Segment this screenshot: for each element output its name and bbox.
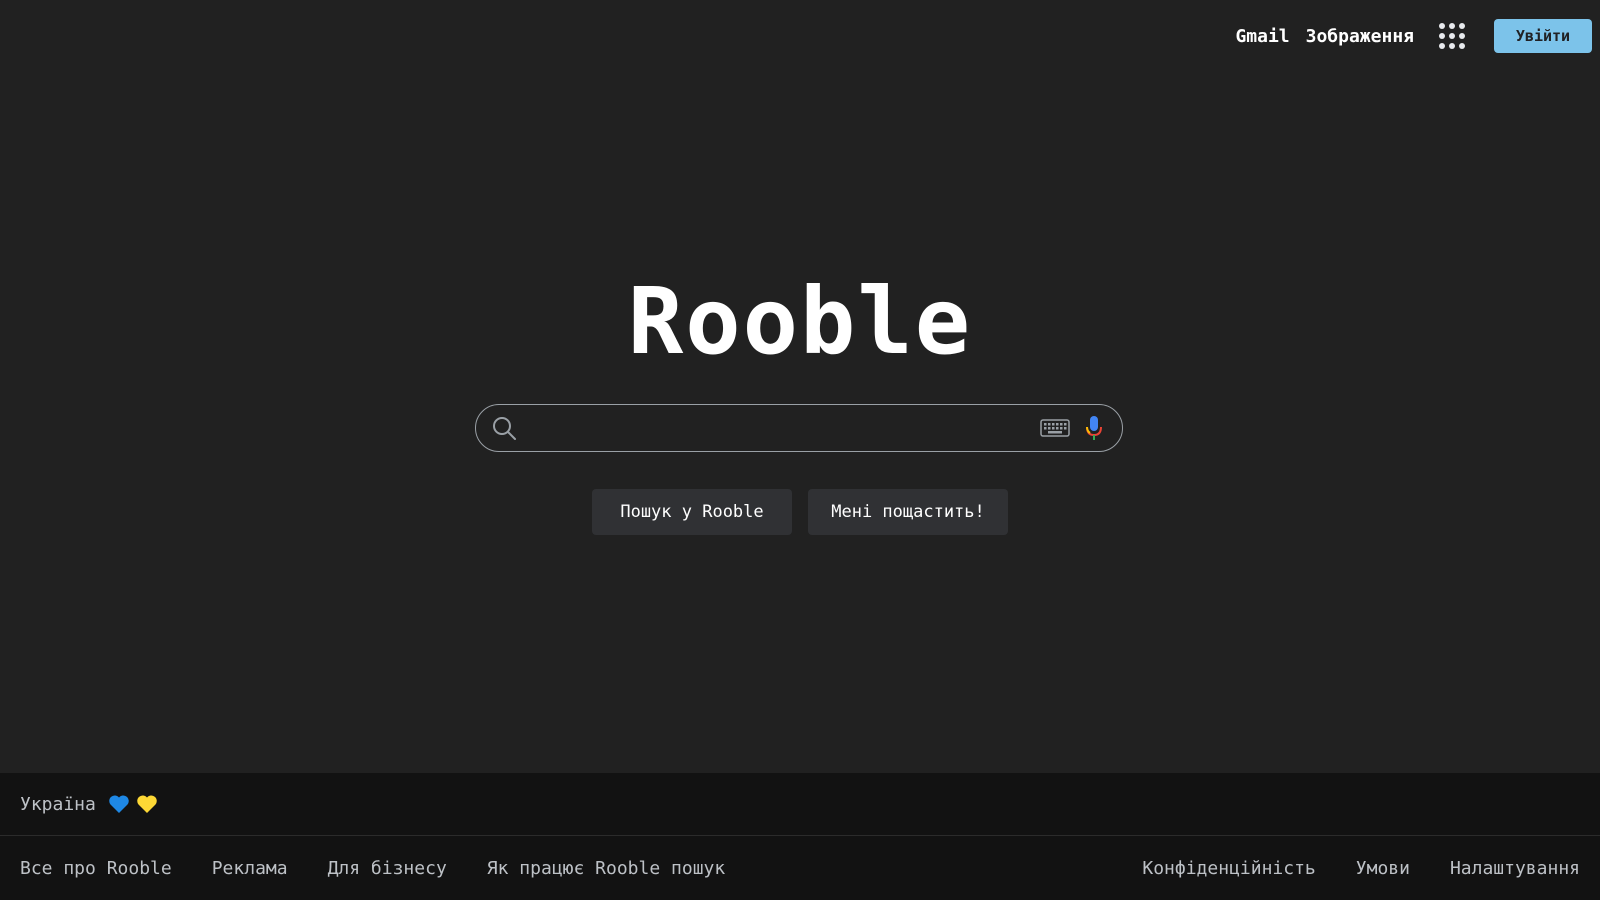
- country-label: Україна: [20, 793, 96, 815]
- page: Gmail Зображення Увійти Rooble Пошук у R…: [0, 0, 1600, 900]
- footer-link-terms[interactable]: Умови: [1356, 858, 1410, 879]
- signin-button[interactable]: Увійти: [1494, 19, 1592, 53]
- footer-country-row: Україна: [0, 773, 1600, 836]
- search-buttons: Пошук у Rooble Мені пощастить!: [0, 489, 1600, 535]
- blue-heart-icon: [108, 794, 130, 814]
- lucky-button[interactable]: Мені пощастить!: [808, 489, 1008, 535]
- footer-links: Все про Rooble Реклама Для бізнесу Як пр…: [0, 836, 1600, 900]
- search-input[interactable]: [518, 408, 1040, 448]
- keyboard-icon[interactable]: [1040, 418, 1070, 438]
- footer-link-advertising[interactable]: Реклама: [212, 858, 288, 879]
- top-bar: Gmail Зображення Увійти: [1219, 18, 1592, 54]
- footer-link-how-search-works[interactable]: Як працює Rooble пошук: [487, 858, 725, 879]
- footer: Україна Все про Rooble Реклама Для бізне…: [0, 773, 1600, 900]
- footer-link-about[interactable]: Все про Rooble: [20, 858, 172, 879]
- yellow-heart-icon: [136, 794, 158, 814]
- search-icon: [490, 414, 518, 442]
- footer-link-privacy[interactable]: Конфіденційність: [1142, 858, 1315, 879]
- mic-icon[interactable]: [1082, 414, 1106, 442]
- footer-link-settings[interactable]: Налаштування: [1450, 858, 1580, 879]
- footer-left-links: Все про Rooble Реклама Для бізнесу Як пр…: [20, 858, 765, 879]
- search-box[interactable]: [475, 404, 1123, 452]
- footer-right-links: Конфіденційність Умови Налаштування: [1102, 858, 1580, 879]
- images-link[interactable]: Зображення: [1306, 26, 1414, 47]
- apps-grid-icon[interactable]: [1432, 16, 1472, 56]
- search-button[interactable]: Пошук у Rooble: [592, 489, 792, 535]
- footer-link-business[interactable]: Для бізнесу: [328, 858, 447, 879]
- logo: Rooble: [627, 268, 973, 375]
- gmail-link[interactable]: Gmail: [1235, 26, 1289, 47]
